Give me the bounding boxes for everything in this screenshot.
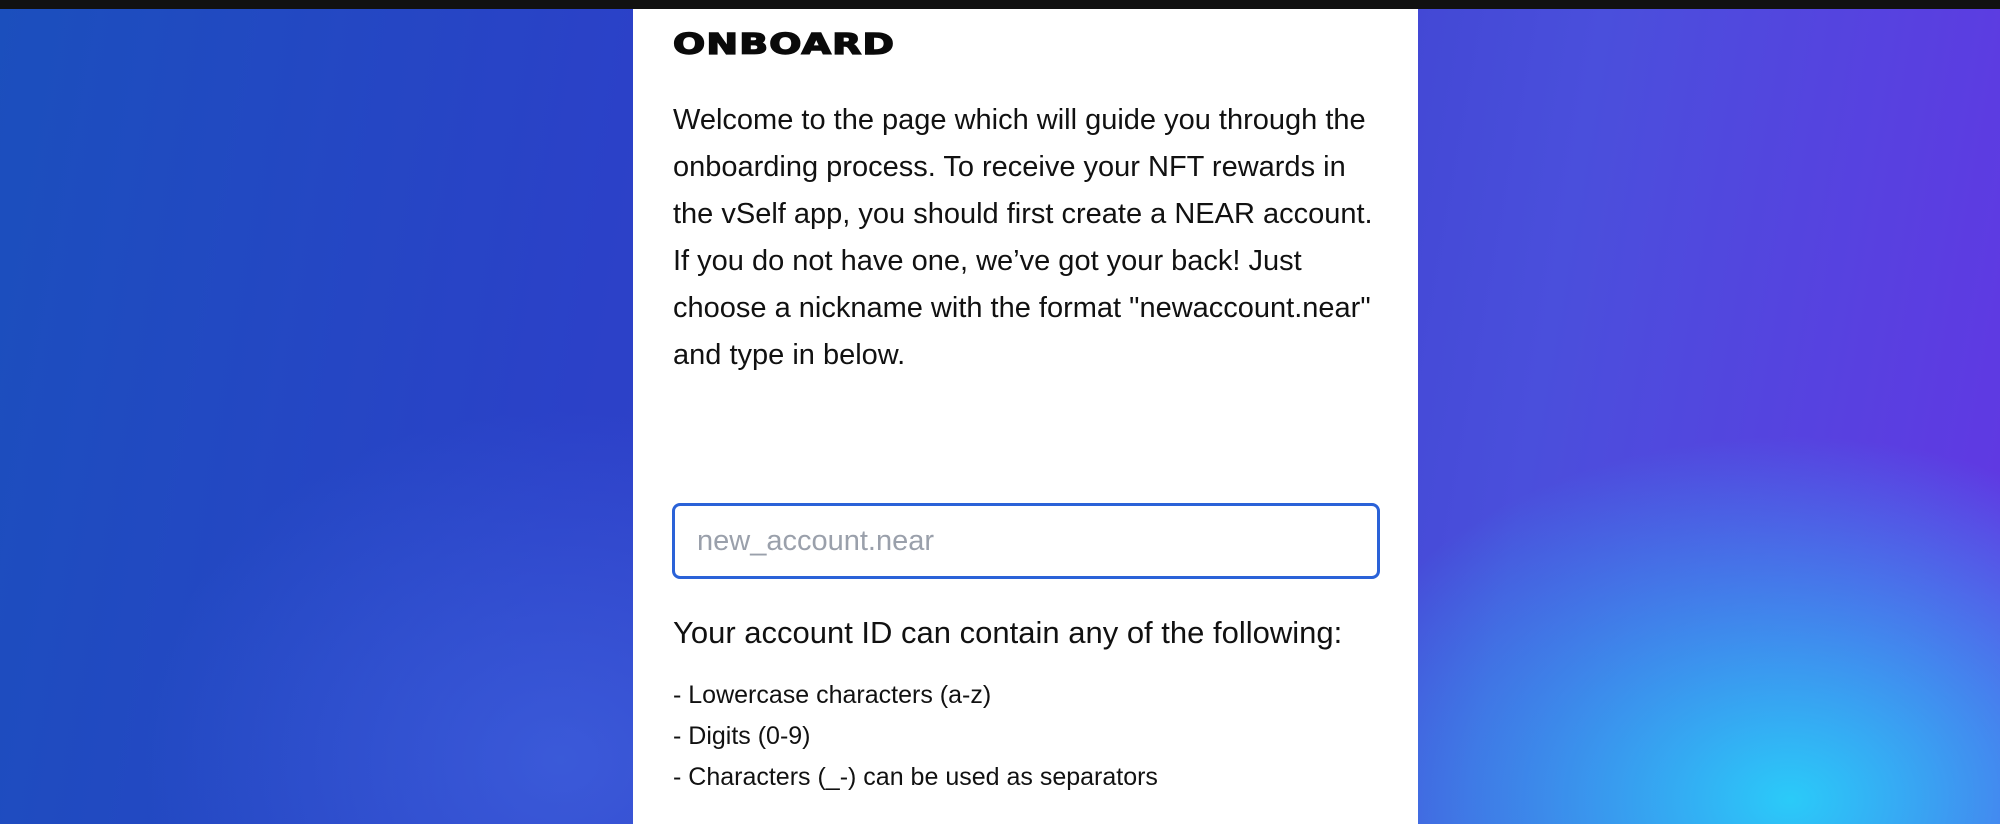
onboard-logo: ONBOARD: [672, 27, 896, 62]
rule-separators: - Characters (_-) can be used as separat…: [673, 763, 1158, 791]
rules-heading: Your account ID can contain any of the f…: [673, 615, 1343, 650]
account-id-input[interactable]: [672, 503, 1380, 579]
page-background: ONBOARD Welcome to the page which will g…: [0, 0, 2000, 824]
onboarding-card: ONBOARD Welcome to the page which will g…: [633, 9, 1418, 824]
top-bar: [0, 0, 2000, 9]
rule-lowercase: - Lowercase characters (a-z): [673, 681, 992, 709]
intro-text: Welcome to the page which will guide you…: [673, 104, 1373, 371]
rule-digits: - Digits (0-9): [673, 722, 811, 750]
rules-list: - Lowercase characters (a-z) - Digits (0…: [673, 675, 1158, 798]
